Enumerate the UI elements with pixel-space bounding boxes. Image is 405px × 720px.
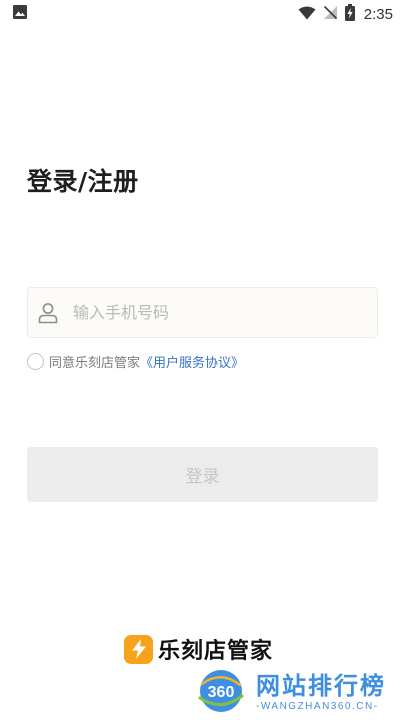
status-time: 2:35	[363, 5, 393, 23]
watermark: 360 网站排行榜 -WANGZHAN360.CN-	[196, 662, 405, 720]
image-icon	[12, 4, 28, 24]
agreement-row: 同意乐刻店管家 《用户服务协议》	[27, 352, 244, 371]
phone-input[interactable]	[73, 292, 343, 333]
wifi-icon	[298, 5, 316, 24]
watermark-logo-text: 360	[208, 684, 235, 701]
watermark-name: 网站排行榜	[256, 671, 386, 700]
agreement-text: 同意乐刻店管家	[49, 356, 141, 371]
brand: 乐刻店管家	[124, 633, 273, 665]
battery-charging-icon	[344, 3, 355, 25]
watermark-domain: -WANGZHAN360.CN-	[256, 700, 379, 712]
status-bar: 2:35	[0, 0, 405, 28]
watermark-logo: 360	[196, 666, 246, 716]
no-signal-icon	[323, 5, 338, 24]
user-agreement-link[interactable]: 《用户服务协议》	[140, 352, 244, 371]
brand-name: 乐刻店管家	[158, 639, 274, 664]
login-screen: 2:35 登录/注册 同意乐刻店管家 《用户服务协议》 登录 乐刻店管家	[0, 0, 405, 720]
page-title: 登录/注册	[27, 167, 139, 196]
lightning-icon	[124, 634, 153, 664]
user-icon	[36, 301, 60, 325]
login-button[interactable]: 登录	[27, 447, 378, 502]
phone-field[interactable]	[27, 287, 378, 338]
agreement-checkbox[interactable]	[27, 353, 44, 370]
